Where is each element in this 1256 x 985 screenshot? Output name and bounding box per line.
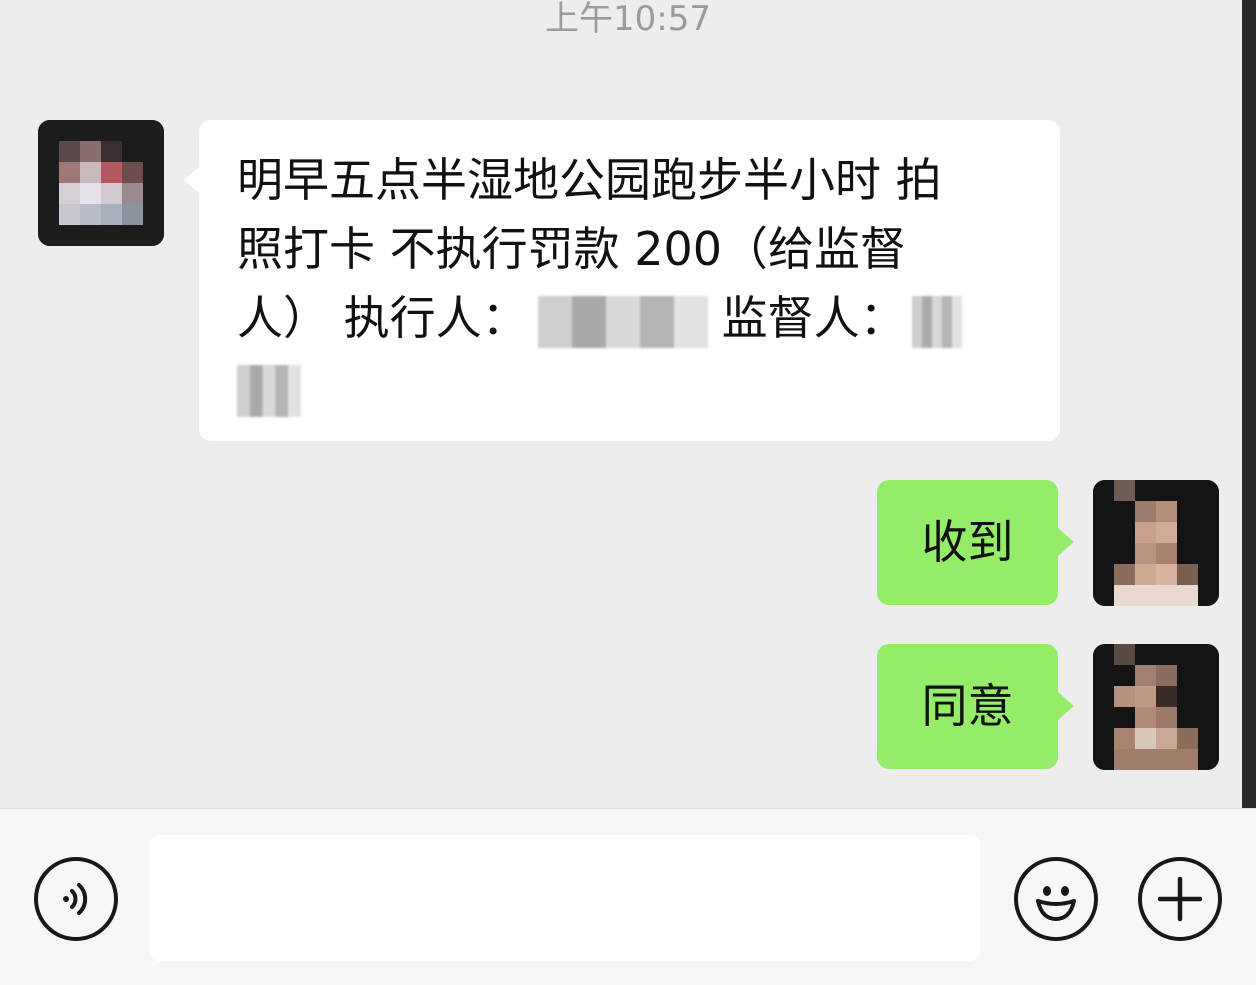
outgoing-message-text: 收到 [921, 515, 1014, 569]
message-input[interactable] [150, 835, 980, 961]
executor-label: 人） 执行人： [237, 291, 528, 345]
input-bar [0, 808, 1256, 985]
sender-avatar[interactable] [38, 120, 164, 246]
message-line-4 [237, 353, 1022, 422]
redacted-supervisor-name-cont [237, 364, 301, 417]
outgoing-message-text: 同意 [921, 679, 1014, 733]
emoji-icon [1036, 886, 1076, 921]
bubble-tail [184, 166, 200, 194]
bubble-tail [1058, 528, 1074, 556]
voice-icon [63, 883, 88, 915]
message-line-1: 明早五点半湿地公园跑步半小时 拍 [237, 153, 942, 207]
redacted-supervisor-name [911, 295, 962, 348]
redacted-executor-name [537, 295, 708, 348]
supervisor-label: 监督人： [721, 291, 906, 345]
more-button[interactable] [1138, 857, 1222, 941]
outgoing-message-bubble[interactable]: 收到 [877, 480, 1058, 605]
message-line-3: 人） 执行人： 监督人： [237, 284, 1022, 353]
incoming-message-bubble[interactable]: 明早五点半湿地公园跑步半小时 拍 照打卡 不执行罚款 200（给监督 人） 执行… [199, 120, 1060, 441]
voice-button[interactable] [34, 857, 118, 941]
outgoing-message-bubble[interactable]: 同意 [877, 644, 1058, 769]
message-timestamp: 上午10:57 [545, 0, 711, 39]
scroll-edge [1242, 0, 1256, 808]
bubble-tail [1058, 692, 1074, 720]
plus-icon [1157, 876, 1203, 922]
message-line-2: 照打卡 不执行罚款 200（给监督 [237, 222, 907, 276]
chat-area: 上午10:57 明早五点半湿地公园跑步半小时 拍 照打卡 不执行罚款 200（给… [0, 0, 1256, 808]
self-avatar[interactable] [1093, 480, 1219, 606]
self-avatar[interactable] [1093, 644, 1219, 770]
emoji-button[interactable] [1014, 857, 1098, 941]
